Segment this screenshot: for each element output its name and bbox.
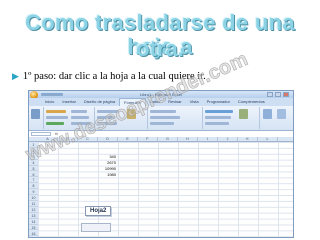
bullet-text: 1º paso: dar clic a la hoja a la cual qu… <box>22 71 206 82</box>
column-header[interactable]: D <box>98 137 118 141</box>
cell-value[interactable]: 10990 <box>98 166 116 171</box>
lookup-button[interactable] <box>97 110 119 113</box>
recent-functions-button[interactable] <box>46 116 68 119</box>
tab-inicio[interactable]: Inicio <box>41 98 58 106</box>
ribbon-group-function-library <box>44 107 95 129</box>
column-header[interactable]: A <box>38 137 58 141</box>
excel-title-bar: Libro1 - Microsoft Excel <box>29 91 293 99</box>
worksheet-grid[interactable]: 340 2670 10990 1980 <box>38 142 293 237</box>
calculation-options-icon[interactable] <box>263 109 272 119</box>
column-header[interactable]: F <box>138 137 158 141</box>
bullet-step-1: ▶ 1º paso: dar clic a la hoja a la cual q… <box>12 71 206 82</box>
define-name-button[interactable] <box>150 110 176 113</box>
ribbon-group-formula-auditing <box>203 107 260 129</box>
cell-value[interactable]: 340 <box>98 154 116 159</box>
ribbon-group-insert-function[interactable] <box>29 107 44 129</box>
column-header[interactable]: B <box>58 137 78 141</box>
tab-formulas[interactable]: Fórmulas <box>119 98 146 106</box>
column-header[interactable]: G <box>158 137 178 141</box>
trace-dependents-button[interactable] <box>205 116 231 119</box>
slide-title-line-2: otra. <box>136 36 184 61</box>
more-functions-button[interactable] <box>97 122 117 125</box>
sheet-tab-bar[interactable] <box>81 223 111 232</box>
column-header[interactable]: E <box>118 137 138 141</box>
tab-revisar[interactable]: Revisar <box>164 98 186 106</box>
autosum-icon[interactable] <box>46 110 66 113</box>
cell-value[interactable]: 2670 <box>98 160 116 165</box>
use-in-formula-button[interactable] <box>150 116 180 119</box>
window-title: Libro1 - Microsoft Excel <box>140 92 182 97</box>
column-header[interactable]: H <box>178 137 198 141</box>
name-manager-icon[interactable] <box>127 109 136 119</box>
column-header[interactable]: K <box>238 137 258 141</box>
text-button[interactable] <box>71 116 89 119</box>
bullet-marker-icon: ▶ <box>12 71 19 81</box>
tab-diseno-pagina[interactable]: Diseño de página <box>80 98 119 106</box>
maximize-icon[interactable] <box>275 92 281 97</box>
tab-complementos[interactable]: Complementos <box>234 98 269 106</box>
ribbon-panel <box>29 106 293 131</box>
insert-function-icon[interactable] <box>31 109 40 119</box>
financial-button[interactable] <box>46 122 64 125</box>
column-header[interactable]: C <box>78 137 98 141</box>
minimize-icon[interactable] <box>267 92 273 97</box>
sheet-tab-hoja2[interactable]: Hoja2 <box>85 206 112 216</box>
math-trig-button[interactable] <box>97 116 115 119</box>
row-header[interactable]: 16 <box>29 231 38 237</box>
ribbon-group-calculation <box>260 107 292 129</box>
watch-window-icon[interactable] <box>239 109 248 119</box>
column-header[interactable]: I <box>198 137 218 141</box>
tab-insertar[interactable]: Insertar <box>58 98 80 106</box>
close-icon[interactable] <box>283 92 289 97</box>
date-time-button[interactable] <box>71 122 91 125</box>
ribbon-group-defined-names <box>148 107 203 129</box>
name-box[interactable] <box>31 132 51 136</box>
excel-screenshot: Libro1 - Microsoft Excel Inicio Insertar… <box>28 90 294 238</box>
remove-arrows-button[interactable] <box>205 122 229 125</box>
tab-vista[interactable]: Vista <box>186 98 203 106</box>
create-from-selection-button[interactable] <box>150 122 174 125</box>
column-header[interactable]: L <box>258 137 278 141</box>
ribbon-group-function-library-more <box>95 107 148 129</box>
calculate-now-icon[interactable] <box>277 109 286 119</box>
trace-precedents-button[interactable] <box>205 110 233 113</box>
tab-datos[interactable]: Datos <box>146 98 164 106</box>
column-header[interactable]: J <box>218 137 238 141</box>
cell-value[interactable]: 1980 <box>98 172 116 177</box>
tab-programador[interactable]: Programador <box>203 98 234 106</box>
logical-button[interactable] <box>71 110 87 113</box>
ribbon-tabs: Inicio Insertar Diseño de página Fórmula… <box>29 98 293 106</box>
